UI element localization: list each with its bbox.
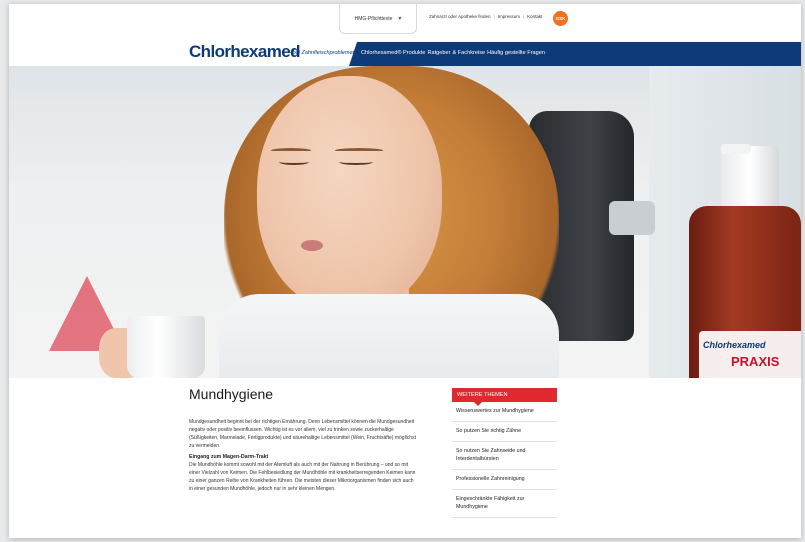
hero-brow (335, 148, 383, 153)
region-dropdown[interactable]: HMG-Pflichttexte ▾ (339, 4, 417, 34)
link-find-dentist[interactable]: Zahnarzt oder Apotheke finden (429, 14, 491, 19)
content-area: Mundhygiene Mundgesundheit beginnt bei d… (9, 378, 801, 538)
hero-cup (127, 316, 205, 378)
brand-logo[interactable]: Chlorhexamed (189, 42, 300, 62)
article-subheading: Eingang zum Magen-Darm-Trakt (189, 454, 269, 460)
page-title: Mundhygiene (189, 386, 274, 402)
related-topic-item[interactable]: Wissenswertes zur Mundhygiene (452, 402, 557, 422)
bottle-brand-text: Chlorhexamed (703, 340, 766, 350)
related-topic-item[interactable]: So nutzen Sie Zahnseide und Interdentalb… (452, 442, 557, 470)
link-impressum[interactable]: Impressum (498, 14, 520, 19)
hero-eye (339, 159, 373, 165)
utility-links: Zahnarzt oder Apotheke finden | Impressu… (429, 14, 542, 19)
divider: | (493, 14, 495, 19)
divider: | (522, 14, 525, 19)
article: Mundhygiene Mundgesundheit beginnt bei d… (189, 386, 417, 493)
hero-chair-arm (609, 201, 655, 235)
bottle-variant-text: PRAXIS (731, 354, 780, 369)
nav-item-faq[interactable]: Häufig gestellte Fragen (487, 50, 545, 56)
browser-viewport: HMG-Pflichttexte ▾ Zahnarzt oder Apothek… (9, 4, 801, 538)
hero-bottle-nozzle (721, 144, 751, 154)
chevron-down-icon: ▾ (398, 16, 402, 22)
hero-image (9, 66, 801, 378)
article-body: Die Mundhöhle kommt sowohl mit der Ateml… (189, 462, 416, 492)
hero-mouth (301, 240, 323, 251)
hero-eye (279, 159, 309, 165)
related-topics-list: Wissenswertes zur Mundhygiene So putzen … (452, 402, 557, 518)
related-topics-heading: WEITERE THEMEN (452, 388, 557, 406)
related-topic-item[interactable]: So putzen Sie richtig Zähne (452, 422, 557, 442)
region-label: HMG-Pflichttexte (354, 15, 393, 22)
article-intro: Mundgesundheit beginnt bei der richtigen… (189, 419, 416, 449)
main-nav: Chlorhexamed® Produkte Ratgeber & Fachkr… (361, 50, 545, 56)
hero-woman-face (257, 76, 442, 311)
gsk-logo[interactable]: GSK (553, 11, 568, 26)
link-kontakt[interactable]: Kontakt (527, 14, 542, 19)
hero-dental-bib (219, 294, 559, 378)
related-topic-item[interactable]: Eingeschränkte Fähigkeit zur Mundhygiene (452, 490, 557, 518)
nav-item-fachkreise[interactable]: & Fachkreise (452, 50, 485, 56)
related-topic-item[interactable]: Professionelle Zahnreinigung (452, 470, 557, 490)
nav-item-ratgeber[interactable]: Ratgeber (427, 50, 450, 56)
utility-bar: HMG-Pflichttexte ▾ Zahnarzt oder Apothek… (9, 4, 801, 42)
nav-item-produkte[interactable]: Chlorhexamed® Produkte (361, 50, 425, 56)
related-topics: WEITERE THEMEN Wissenswertes zur Mundhyg… (452, 388, 557, 518)
brand-tagline: – bei Zahnfleischproblemen (288, 50, 356, 56)
hero-brow (271, 148, 311, 153)
gsk-logo-text: GSK (555, 16, 566, 21)
